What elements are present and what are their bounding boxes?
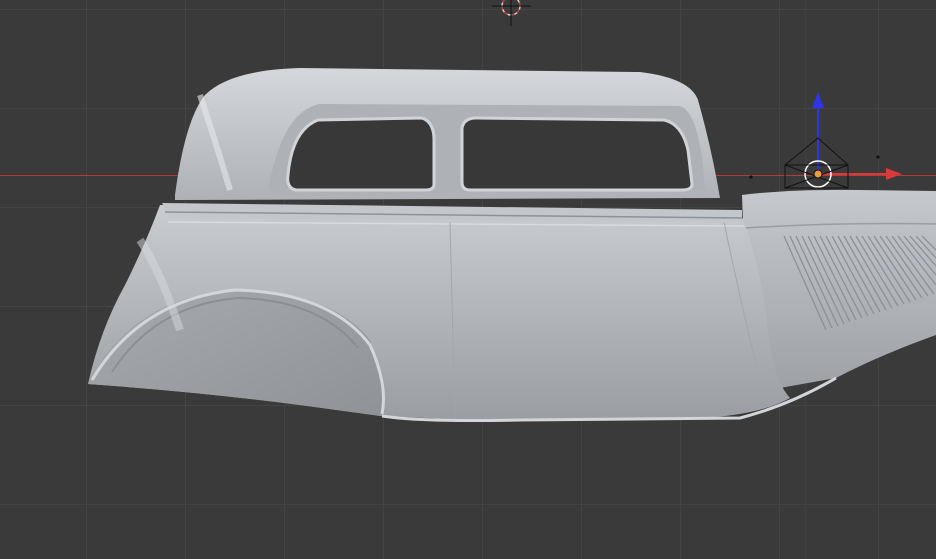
viewport-scene[interactable] xyxy=(0,0,936,559)
object-origin-icon[interactable] xyxy=(784,137,849,189)
car-body-mesh[interactable] xyxy=(88,68,936,422)
rear-window xyxy=(286,116,436,192)
3d-cursor-icon[interactable] xyxy=(492,0,531,26)
front-window xyxy=(460,116,694,192)
3d-viewport[interactable] xyxy=(0,0,936,559)
